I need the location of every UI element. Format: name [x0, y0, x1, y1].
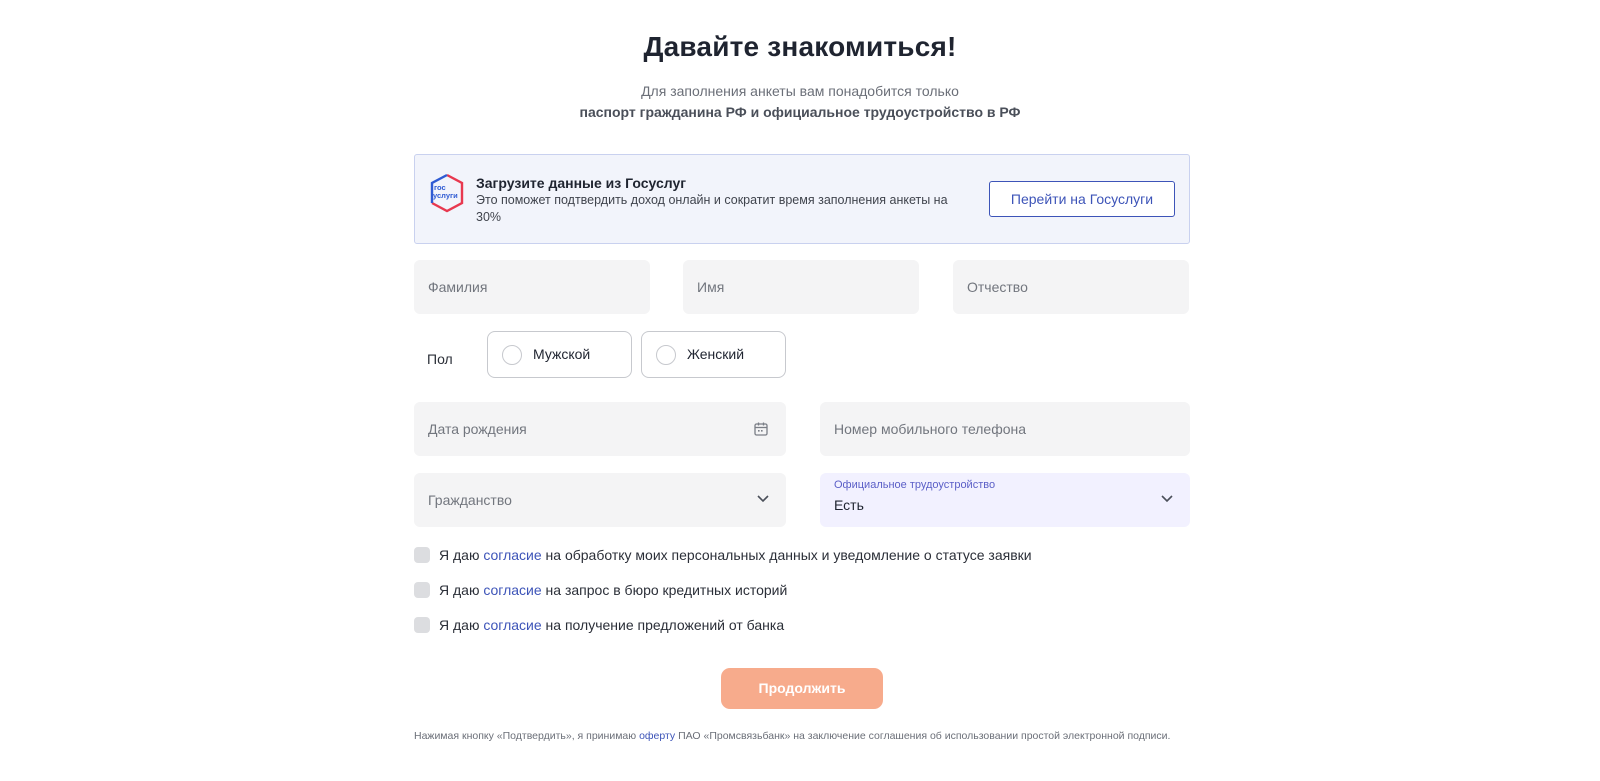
gender-female-radio[interactable]: Женский [641, 331, 786, 378]
legal-disclaimer: Нажимая кнопку «Подтвердить», я принимаю… [414, 729, 1194, 743]
gosuslugi-description: Это поможет подтвердить доход онлайн и с… [476, 193, 948, 224]
consent-prefix: Я даю [439, 547, 484, 563]
gosuslugi-logo-text-2: услуги [433, 191, 458, 200]
consent-suffix: на запрос в бюро кредитных историй [541, 582, 788, 598]
gender-male-label: Мужской [533, 346, 591, 362]
consent-personal-data-checkbox[interactable] [414, 547, 430, 563]
consent-prefix: Я даю [439, 617, 484, 633]
firstname-field[interactable]: Имя [683, 260, 919, 314]
birthdate-placeholder: Дата рождения [428, 421, 527, 437]
middlename-placeholder: Отчество [967, 279, 1028, 295]
gosuslugi-banner: гос услуги Загрузите данные из Госуслуг … [414, 154, 1190, 244]
consent-credit-bureau-text: Я даю согласие на запрос в бюро кредитны… [439, 580, 787, 600]
phone-field[interactable]: Номер мобильного телефона [820, 402, 1190, 456]
employment-select[interactable]: Официальное трудоустройство Есть [820, 473, 1190, 527]
subtitle-line-2: паспорт гражданина РФ и официальное труд… [579, 104, 1021, 120]
consent-credit-bureau-checkbox[interactable] [414, 582, 430, 598]
birthdate-field[interactable]: Дата рождения [414, 402, 786, 456]
page-subtitle: Для заполнения анкеты вам понадобится то… [0, 81, 1600, 123]
gender-female-label: Женский [687, 346, 745, 362]
continue-button[interactable]: Продолжить [721, 668, 883, 709]
radio-circle-male[interactable] [502, 345, 522, 365]
legal-suffix: ПАО «Промсвязьбанк» на заключение соглаш… [675, 730, 1171, 742]
subtitle-line-1: Для заполнения анкеты вам понадобится то… [641, 83, 959, 99]
firstname-placeholder: Имя [697, 279, 725, 295]
gosuslugi-logo-icon: гос услуги [430, 173, 464, 213]
lastname-placeholder: Фамилия [428, 279, 488, 295]
legal-prefix: Нажимая кнопку «Подтвердить», я принимаю [414, 730, 640, 742]
chevron-down-icon [1161, 495, 1173, 503]
chevron-down-icon [757, 495, 769, 503]
radio-circle-female[interactable] [656, 345, 676, 365]
consent-link[interactable]: согласие [483, 617, 541, 633]
gender-label: Пол [427, 351, 453, 367]
consent-link[interactable]: согласие [483, 582, 541, 598]
consent-suffix: на получение предложений от банка [541, 617, 785, 633]
employment-value: Есть [834, 497, 864, 513]
employment-label: Официальное трудоустройство [834, 479, 996, 491]
middlename-field[interactable]: Отчество [953, 260, 1189, 314]
calendar-icon[interactable] [753, 421, 769, 437]
consent-bank-offers-checkbox[interactable] [414, 617, 430, 633]
offer-link[interactable]: оферту [639, 730, 675, 742]
phone-placeholder: Номер мобильного телефона [834, 421, 1027, 437]
gender-male-radio[interactable]: Мужской [487, 331, 632, 378]
consent-bank-offers-text: Я даю согласие на получение предложений … [439, 615, 784, 635]
citizenship-placeholder: Гражданство [428, 492, 512, 508]
gosuslugi-title: Загрузите данные из Госуслуг [476, 175, 687, 191]
go-to-gosuslugi-button[interactable]: Перейти на Госуслуги [989, 181, 1175, 217]
citizenship-select[interactable]: Гражданство [414, 473, 786, 527]
lastname-field[interactable]: Фамилия [414, 260, 650, 314]
consent-prefix: Я даю [439, 582, 484, 598]
consent-personal-data-text: Я даю согласие на обработку моих персона… [439, 545, 1032, 565]
consent-suffix: на обработку моих персональных данных и … [541, 547, 1032, 563]
consent-link[interactable]: согласие [483, 547, 541, 563]
page-title: Давайте знакомиться! [643, 31, 957, 62]
